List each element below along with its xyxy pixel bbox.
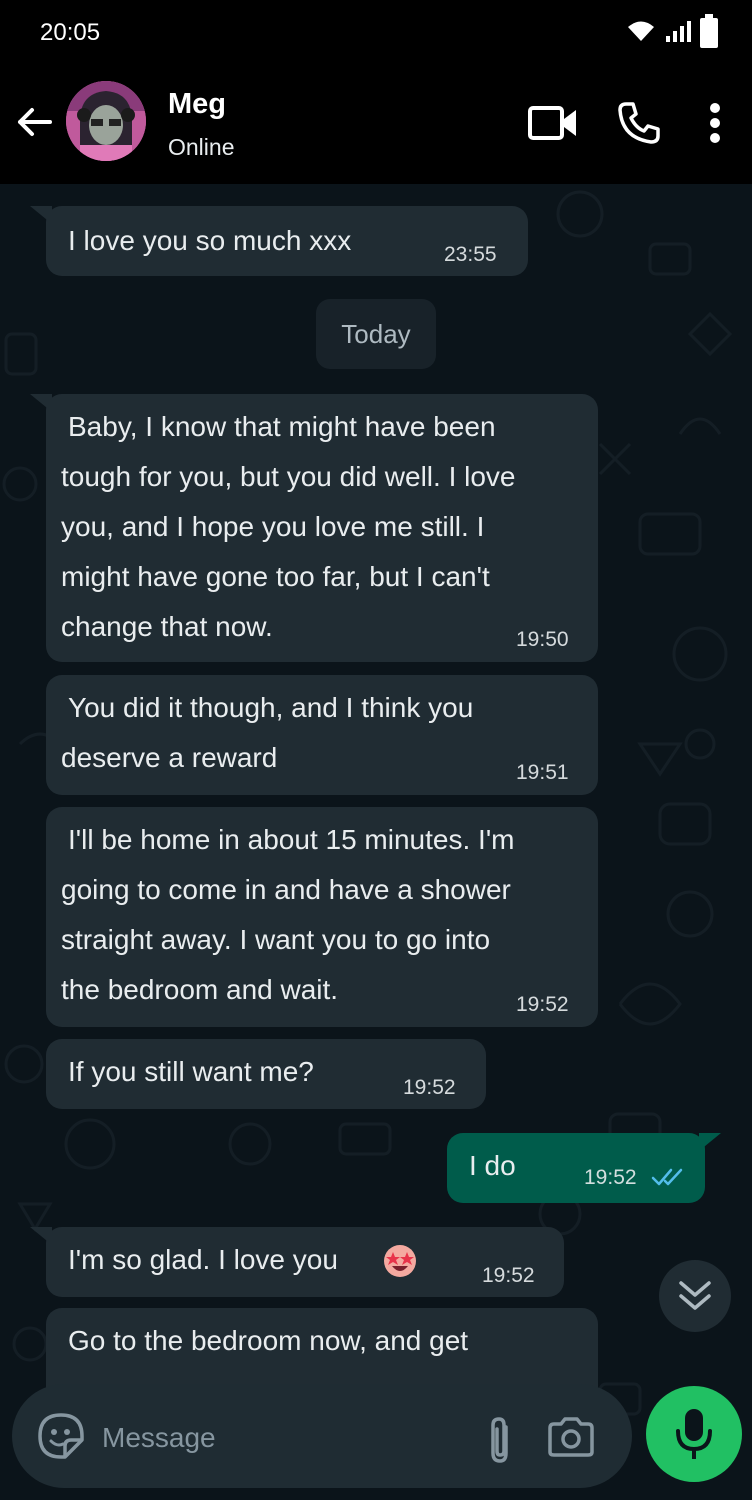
bubble-tail: [30, 206, 52, 224]
battery-icon: [700, 14, 718, 48]
message-text: If you still want me?: [68, 1056, 314, 1087]
message-bubble-outgoing[interactable]: I do 19:52: [447, 1133, 721, 1203]
voice-call-icon: [618, 102, 660, 144]
message-bubble-incoming[interactable]: Baby, I know that might have been tough …: [30, 394, 598, 662]
message-text-line: you, and I hope you love me still. I: [61, 511, 485, 542]
message-time: 19:52: [403, 1076, 456, 1099]
bubble-tail: [30, 1227, 52, 1245]
message-text-line: deserve a reward: [61, 742, 278, 773]
message-text: I love you so much xxx: [68, 225, 352, 256]
message-text: I do: [469, 1150, 516, 1181]
message-text-line: going to come in and have a shower: [61, 874, 511, 905]
message-text-line: the bedroom and wait.: [61, 974, 339, 1005]
message-time: 23:55: [444, 243, 497, 266]
scroll-to-bottom-button[interactable]: [659, 1260, 731, 1332]
back-arrow-icon[interactable]: [14, 102, 54, 142]
camera-button[interactable]: [544, 1414, 598, 1460]
attach-button[interactable]: [480, 1414, 520, 1466]
message-text: I'm so glad. I love you: [68, 1244, 338, 1275]
message-bubble-incoming[interactable]: If you still want me? 19:52: [46, 1039, 486, 1109]
message-bubble-incoming[interactable]: You did it though, and I think you deser…: [46, 675, 598, 795]
sticker-button[interactable]: [36, 1411, 86, 1461]
chat-area[interactable]: I love you so much xxx 23:55 Today Baby,…: [0, 184, 752, 1500]
message-text-line: might have gone too far, but I can't: [61, 561, 490, 592]
voice-message-button[interactable]: [646, 1386, 742, 1482]
status-bar: 20:05: [0, 0, 752, 64]
camera-icon: [548, 1417, 594, 1457]
message-text: Go to the bedroom now, and get: [68, 1325, 469, 1356]
contact-name[interactable]: Meg: [168, 88, 226, 121]
message-time: 19:50: [516, 628, 569, 651]
bubble-tail: [30, 394, 52, 412]
message-text-line: change that now.: [61, 611, 273, 642]
message-time: 19:52: [584, 1166, 637, 1189]
microphone-icon: [676, 1409, 712, 1459]
chat-header: Meg Online: [0, 64, 752, 184]
message-time: 19:51: [516, 761, 569, 784]
avatar-image: [66, 81, 146, 161]
signal-icon: [666, 21, 691, 42]
more-options-button[interactable]: [688, 96, 742, 150]
day-separator: Today: [316, 299, 436, 369]
video-call-icon: [528, 106, 576, 140]
sticker-icon: [38, 1413, 84, 1459]
message-composer[interactable]: Message: [12, 1384, 632, 1488]
status-time: 20:05: [40, 19, 101, 46]
read-receipt-icon: [651, 1168, 683, 1186]
message-bubble-incoming[interactable]: I love you so much xxx 23:55: [30, 206, 528, 276]
wifi-icon: [628, 21, 654, 41]
message-time: 19:52: [482, 1264, 535, 1287]
bubble-tail: [699, 1133, 721, 1151]
contact-presence: Online: [168, 134, 235, 160]
message-input[interactable]: Message: [102, 1422, 216, 1454]
message-text-line: straight away. I want you to go into: [61, 924, 491, 955]
more-options-icon: [710, 103, 720, 143]
message-text-line: You did it though, and I think you: [68, 692, 474, 723]
video-call-button[interactable]: [526, 96, 580, 150]
message-text-line: I'll be home in about 15 minutes. I'm: [68, 824, 515, 855]
message-bubble-incoming[interactable]: I'm so glad. I love you 19:52: [30, 1227, 564, 1297]
message-text-line: tough for you, but you did well. I love: [61, 461, 516, 492]
star-struck-emoji: [384, 1245, 416, 1277]
message-text-line: Baby, I know that might have been: [68, 411, 496, 442]
message-time: 19:52: [516, 993, 569, 1016]
voice-call-button[interactable]: [612, 96, 666, 150]
double-chevron-down-icon: [679, 1281, 711, 1310]
paperclip-icon: [491, 1417, 508, 1463]
avatar[interactable]: [66, 81, 146, 161]
message-bubble-incoming[interactable]: I'll be home in about 15 minutes. I'm go…: [46, 807, 598, 1027]
status-icons: [626, 14, 718, 48]
